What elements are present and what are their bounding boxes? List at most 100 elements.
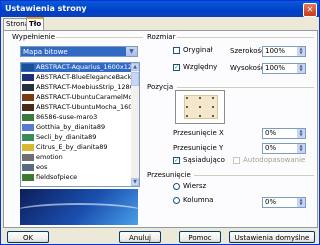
offset-x-input[interactable]: 0% ▲ ▼ xyxy=(262,128,306,139)
position-dot[interactable] xyxy=(212,97,214,99)
scroll-thumb[interactable] xyxy=(131,72,139,86)
autofit-label: Autodopasowanie xyxy=(243,156,306,164)
autofit-checkbox[interactable] xyxy=(233,157,240,164)
position-section-label: Pozycja xyxy=(147,83,174,91)
preview-wave xyxy=(10,203,148,223)
position-dot[interactable] xyxy=(186,106,188,108)
list-item[interactable]: Gotthia_by_dianita89 xyxy=(21,123,131,132)
cancel-button[interactable]: Anuluj xyxy=(119,231,161,243)
fill-type-value: Mapa bitowe xyxy=(23,48,68,56)
row-radio[interactable] xyxy=(173,183,180,190)
list-item-label: ABSTRACT-UbuntuMocha_1600x1 xyxy=(36,103,131,111)
page-setup-dialog: Ustawienia strony ✕ Strona Tło Wypełnien… xyxy=(0,0,320,245)
thumbnail-icon xyxy=(22,113,34,121)
height-value: 100% xyxy=(265,64,286,72)
list-item[interactable]: fieldsofpiece xyxy=(21,173,131,182)
thumbnail-icon xyxy=(22,93,34,101)
position-dot[interactable] xyxy=(186,115,188,117)
thumbnail-icon xyxy=(22,83,34,91)
tab-background[interactable]: Tło xyxy=(26,17,45,30)
height-label: Wysokość xyxy=(230,64,265,72)
list-item[interactable]: ABSTRACT-UbuntuMocha_1600x1 xyxy=(21,103,131,112)
list-item-label: ABSTRACT-BlueEleganceBackgrou xyxy=(36,73,131,81)
offset-y-value: 0% xyxy=(265,144,277,152)
list-item[interactable]: 86586-suse-maro3 xyxy=(21,113,131,122)
scroll-down-icon[interactable]: ▼ xyxy=(131,178,139,186)
size-section-label: Rozmiar xyxy=(147,33,176,41)
width-value: 100% xyxy=(265,47,286,55)
bitmap-list[interactable]: ABSTRACT-Aquarius_1600x1200 ABSTRACT-Blu… xyxy=(20,62,140,187)
close-button[interactable]: ✕ xyxy=(303,3,317,17)
help-button[interactable]: Pomoc xyxy=(179,231,221,243)
shift-section-divider xyxy=(194,175,314,176)
list-item-label: ABSTRACT-Aquarius_1600x1200 xyxy=(36,63,131,71)
position-dot[interactable] xyxy=(212,115,214,117)
list-item[interactable]: ABSTRACT-UbuntuCaramelMocha xyxy=(21,93,131,102)
row-label: Wiersz xyxy=(183,182,207,190)
list-item[interactable]: ABSTRACT-Aquarius_1600x1200 xyxy=(21,63,131,72)
position-dot[interactable] xyxy=(199,115,201,117)
list-item[interactable]: Citrus_E_by_dianita89 xyxy=(21,143,131,152)
list-item-label: fieldsofpiece xyxy=(36,173,78,181)
spin-arrows-icon[interactable]: ▲ ▼ xyxy=(297,47,305,56)
spin-arrows-icon[interactable]: ▲ ▼ xyxy=(297,129,305,138)
original-label: Oryginał xyxy=(183,46,213,54)
fill-type-select[interactable]: Mapa bitowe ▼ xyxy=(20,46,138,57)
list-item-label: Citrus_E_by_dianita89 xyxy=(36,143,108,151)
original-checkbox[interactable] xyxy=(173,47,180,54)
list-item[interactable]: eos xyxy=(21,163,131,172)
height-input[interactable]: 100% ▲ ▼ xyxy=(262,63,306,74)
list-item[interactable]: ABSTRACT-BlueEleganceBackgrou xyxy=(21,73,131,82)
list-item[interactable]: ABSTRACT-MoebiusStrip_1280x10 xyxy=(21,83,131,92)
list-item-label: Gotthia_by_dianita89 xyxy=(36,123,106,131)
tile-checkbox[interactable]: ✓ xyxy=(173,157,180,164)
position-dot[interactable] xyxy=(212,106,214,108)
relative-checkbox[interactable]: ✓ xyxy=(173,64,180,71)
defaults-button[interactable]: Ustawienia domyślne xyxy=(229,231,315,243)
thumbnail-icon xyxy=(22,133,34,141)
relative-label: Względny xyxy=(183,63,218,71)
width-input[interactable]: 100% ▲ ▼ xyxy=(262,46,306,57)
background-panel: Wypełnienie Mapa bitowe ▼ ABSTRACT-Aquar… xyxy=(3,30,318,228)
size-section-divider xyxy=(177,37,314,38)
thumbnail-icon xyxy=(22,123,34,131)
position-dot[interactable] xyxy=(186,97,188,99)
thumbnail-icon xyxy=(22,73,34,81)
shift-input[interactable]: 0% ▲ ▼ xyxy=(262,197,306,208)
width-label: Szerokość xyxy=(230,47,266,55)
spin-arrows-icon[interactable]: ▲ ▼ xyxy=(297,198,305,207)
offset-x-label: Przesunięcie X xyxy=(173,129,224,137)
list-item-label: Secli_by_dianita89 xyxy=(36,133,97,141)
thumbnail-icon xyxy=(22,173,34,181)
spin-arrows-icon[interactable]: ▲ ▼ xyxy=(297,144,305,153)
position-dot[interactable] xyxy=(199,106,201,108)
position-dot[interactable] xyxy=(199,97,201,99)
thumbnail-icon xyxy=(22,63,34,71)
tile-label: Sąsiadująco xyxy=(183,156,225,164)
thumbnail-icon xyxy=(22,163,34,171)
offset-y-label: Przesunięcie Y xyxy=(173,144,224,152)
list-item-label: ABSTRACT-UbuntuCaramelMocha xyxy=(36,93,131,101)
thumbnail-icon xyxy=(22,153,34,161)
list-item[interactable]: Secli_by_dianita89 xyxy=(21,133,131,142)
offset-y-input[interactable]: 0% ▲ ▼ xyxy=(262,143,306,154)
scroll-up-icon[interactable]: ▲ xyxy=(131,63,139,71)
thumbnail-icon xyxy=(22,103,34,111)
fill-section-divider xyxy=(56,37,143,38)
bitmap-preview xyxy=(10,189,148,225)
chevron-down-icon[interactable]: ▼ xyxy=(126,47,137,56)
position-section-divider xyxy=(177,87,314,88)
position-picker[interactable] xyxy=(175,90,225,124)
column-label: Kolumna xyxy=(183,196,214,204)
ok-button[interactable]: OK xyxy=(7,231,49,243)
list-item-label: ABSTRACT-MoebiusStrip_1280x10 xyxy=(36,83,131,91)
list-item-label: 86586-suse-maro3 xyxy=(36,113,98,121)
column-radio[interactable] xyxy=(173,197,180,204)
dialog-title: Ustawienia strony xyxy=(5,4,87,13)
list-scrollbar[interactable]: ▲ ▼ xyxy=(131,63,139,186)
spin-arrows-icon[interactable]: ▲ ▼ xyxy=(297,64,305,73)
list-item[interactable]: emotion xyxy=(21,153,131,162)
list-item-label: eos xyxy=(36,163,48,171)
shift-value: 0% xyxy=(265,198,277,206)
offset-x-value: 0% xyxy=(265,129,277,137)
